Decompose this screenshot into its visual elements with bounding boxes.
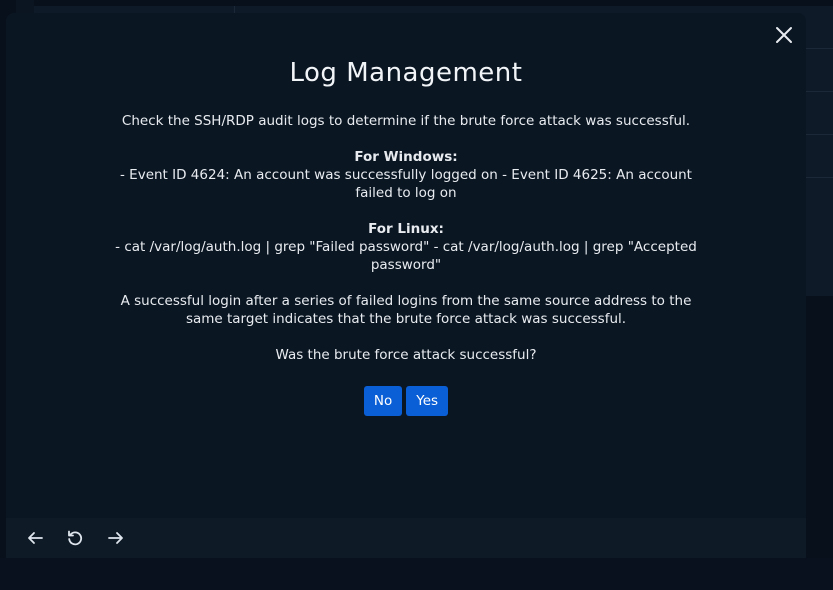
linux-text: - cat /var/log/auth.log | grep "Failed p… [115, 239, 697, 273]
close-icon[interactable] [774, 25, 794, 45]
windows-text: - Event ID 4624: An account was successf… [120, 167, 692, 201]
dialog-footer [6, 518, 806, 558]
answer-buttons: No Yes [6, 386, 806, 416]
windows-heading: For Windows: [354, 149, 458, 165]
background-bottom-bar [0, 558, 833, 590]
windows-section: For Windows: - Event ID 4624: An account… [106, 148, 706, 202]
arrow-left-icon[interactable] [26, 529, 44, 547]
question-text: Was the brute force attack successful? [275, 347, 537, 363]
linux-heading: For Linux: [368, 221, 444, 237]
linux-section: For Linux: - cat /var/log/auth.log | gre… [106, 220, 706, 274]
refresh-icon[interactable] [66, 529, 84, 547]
yes-button[interactable]: Yes [406, 386, 449, 416]
no-button[interactable]: No [363, 386, 403, 416]
intro-text: Check the SSH/RDP audit logs to determin… [121, 113, 691, 129]
dialog-title: Log Management [289, 58, 523, 88]
dialog-body: Check the SSH/RDP audit logs to determin… [106, 112, 706, 382]
explanation-text: A successful login after a series of fai… [120, 293, 692, 327]
arrow-right-icon[interactable] [107, 529, 125, 547]
log-management-dialog: Log Management Check the SSH/RDP audit l… [6, 13, 806, 518]
